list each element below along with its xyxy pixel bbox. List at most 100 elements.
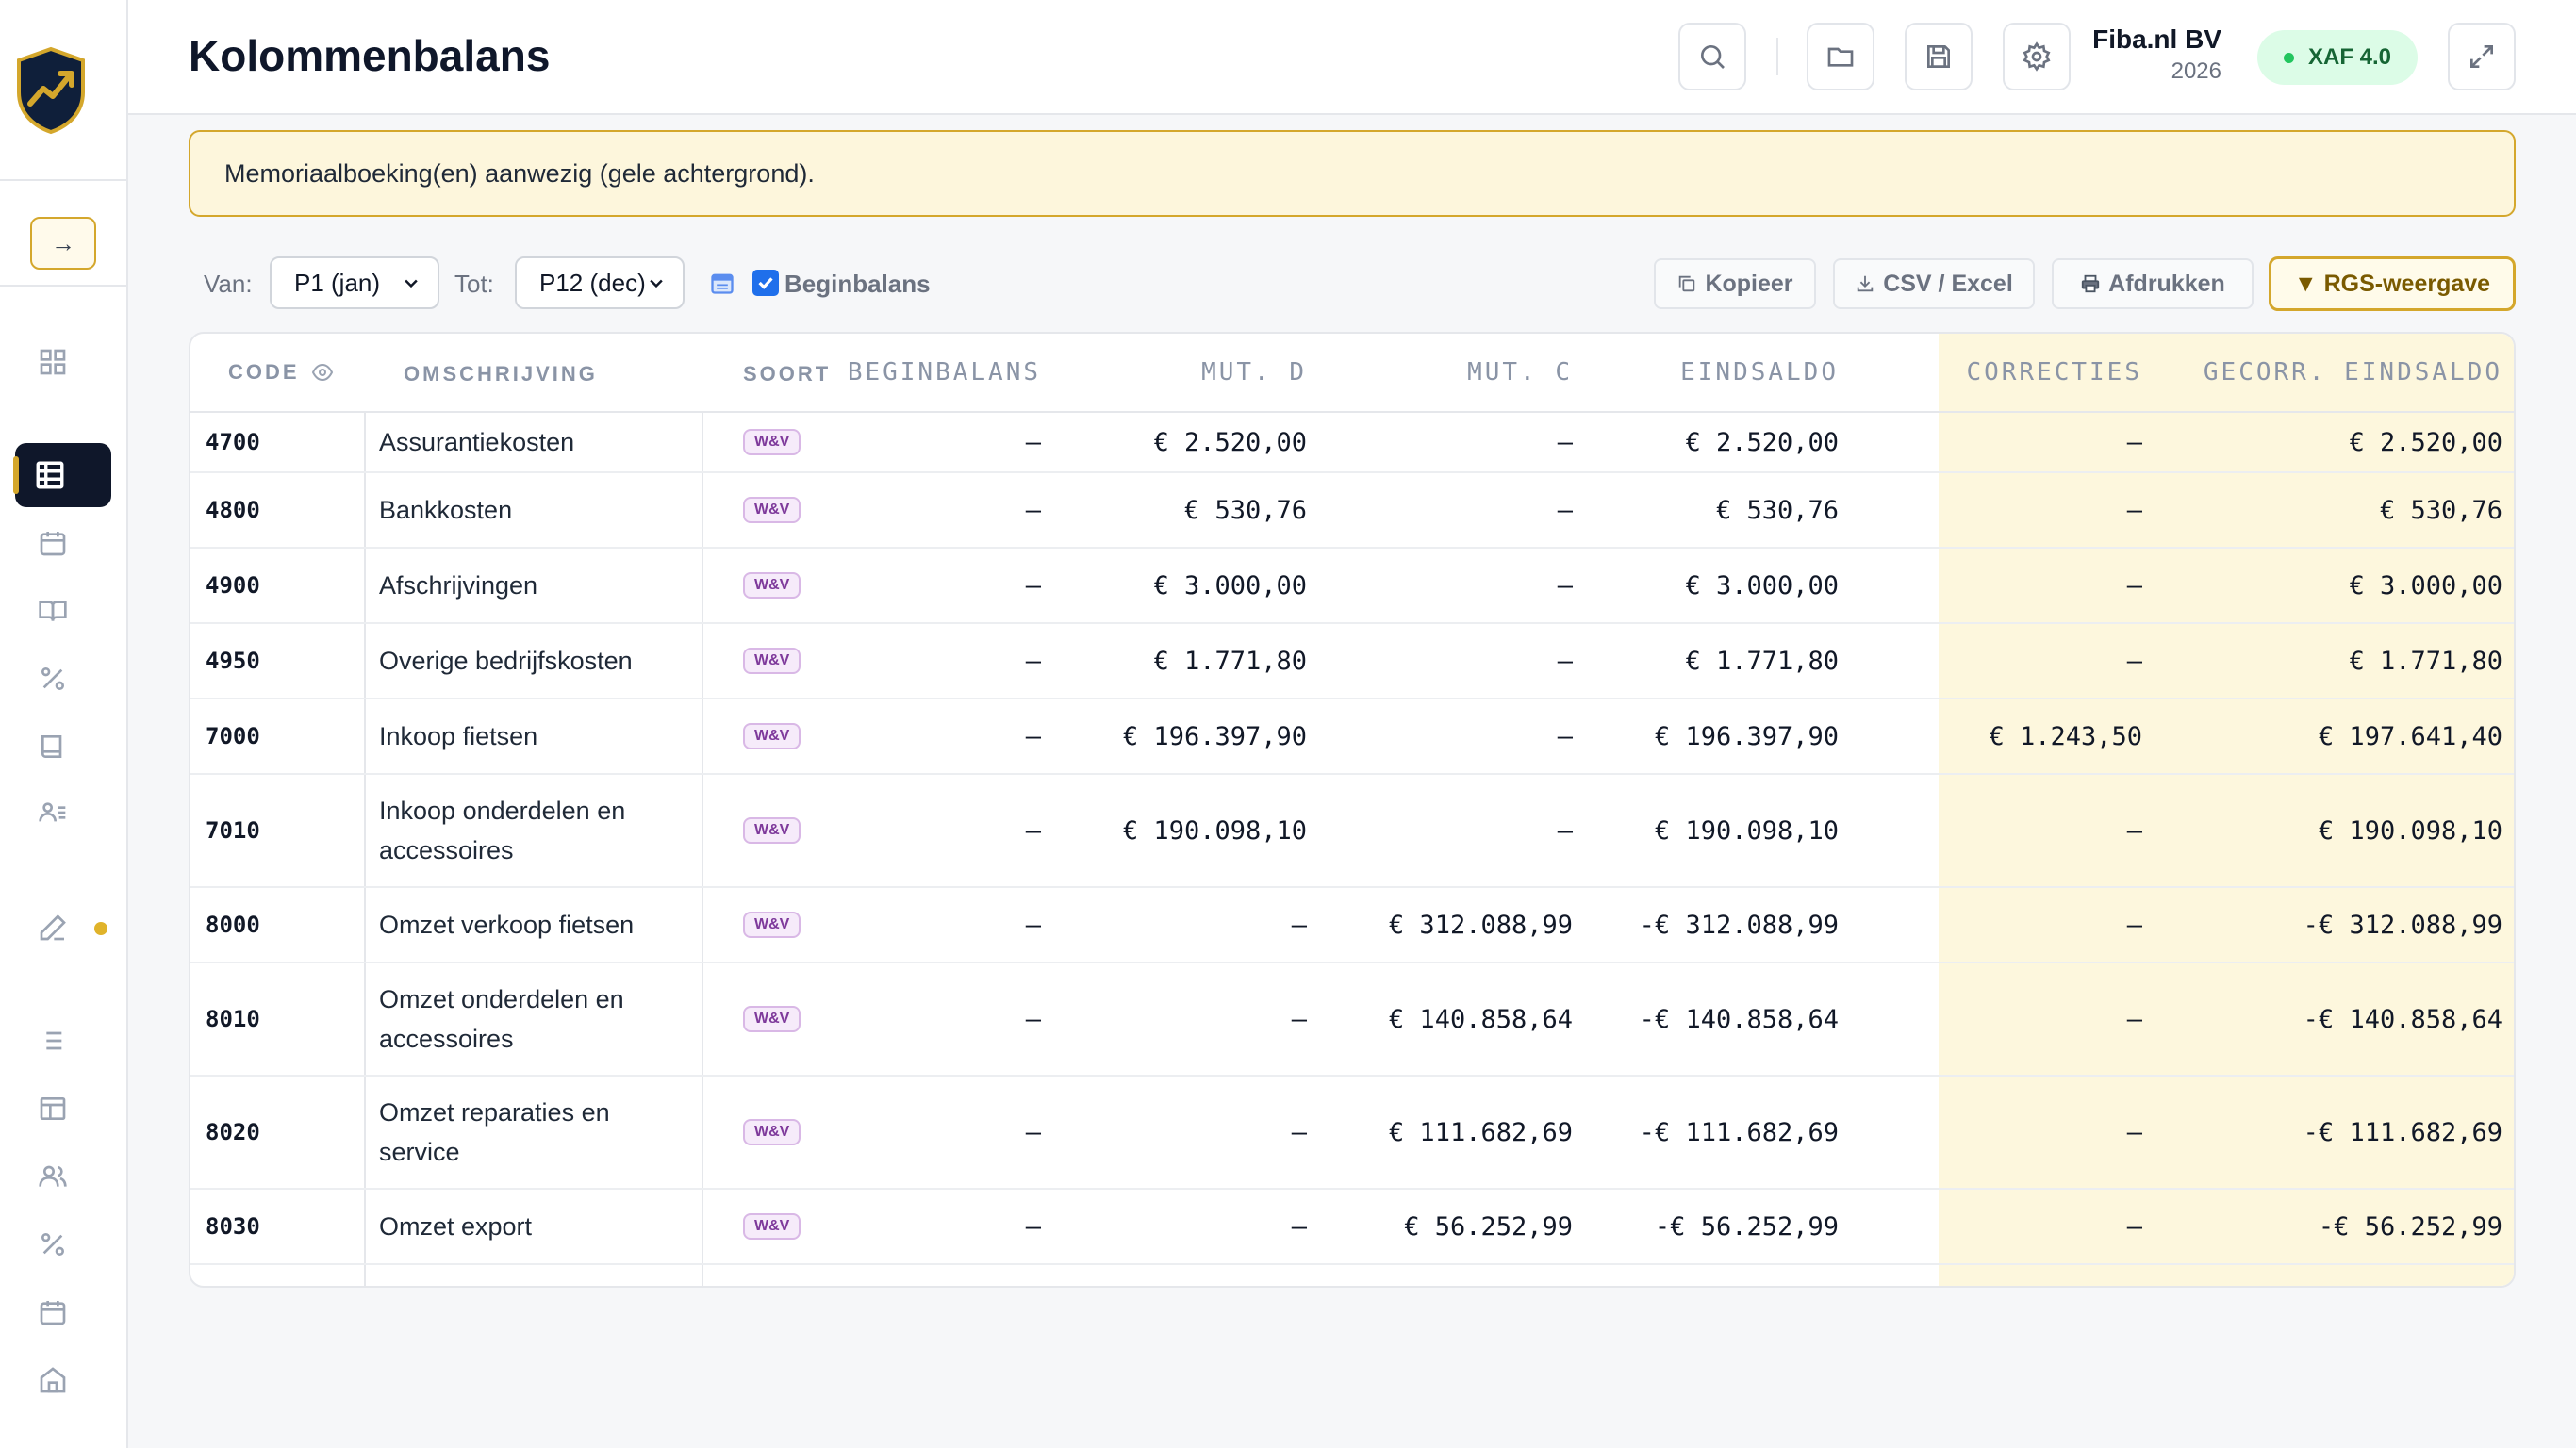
amount-closing: -€ 140.858,64	[1639, 1004, 1839, 1034]
percent-icon	[41, 1233, 64, 1256]
amount-credit: –	[1557, 646, 1573, 676]
percent-icon	[41, 667, 64, 690]
amount-corrected: € 197.641,40	[2318, 721, 2502, 751]
settings-button[interactable]	[2003, 23, 2071, 90]
amount-debit: € 3.000,00	[1153, 570, 1307, 601]
table-row[interactable]: 8000 Omzet verkoop fietsen W&V – – € 312.088,…	[190, 888, 2514, 963]
table-row[interactable]: 7010 Inkoop onderdelen en accessoires W&V –…	[190, 775, 2514, 888]
amount-corrections: –	[2126, 570, 2142, 601]
amount-corrected: € 530,76	[2379, 495, 2502, 525]
to-period-select[interactable]: P12 (dec)	[515, 256, 685, 309]
sidebar-item-rates[interactable]	[30, 1222, 75, 1267]
account-type-cell: W&V	[743, 413, 801, 471]
account-code: 4900	[206, 572, 260, 599]
sidebar-item-ledger[interactable]	[30, 724, 75, 769]
rgs-view-button[interactable]: ▼ RGS-weergave	[2269, 256, 2516, 311]
account-type-badge: W&V	[743, 429, 801, 455]
amount-opening: –	[1025, 815, 1041, 846]
sidebar-item-layout[interactable]	[30, 1086, 75, 1131]
list-icon	[46, 1031, 62, 1050]
table-row[interactable]: 8010 Omzet onderdelen en accessoires W&V – –…	[190, 963, 2514, 1077]
open-folder-button[interactable]	[1807, 23, 1874, 90]
account-type-badge: W&V	[743, 572, 801, 599]
amount-closing: -€ 56.252,99	[1654, 1211, 1839, 1242]
account-description: Overige bedrijfskosten	[379, 647, 633, 675]
sidebar-item-journal[interactable]	[30, 588, 75, 634]
amount-corrections: –	[2126, 495, 2142, 525]
table-row[interactable]: 4700 Assurantiekosten W&V – € 2.520,00 – € 2.5…	[190, 413, 2514, 473]
table-row[interactable]: 8020 Omzet reparaties en service W&V – – € 11…	[190, 1077, 2514, 1190]
amount-debit: € 196.397,90	[1122, 721, 1307, 751]
column-header-description[interactable]: OMSCHRIJVING	[404, 362, 598, 387]
csv-excel-button[interactable]: CSV / Excel	[1833, 258, 2035, 309]
amount-opening: –	[1025, 721, 1041, 751]
sidebar-item-vat[interactable]	[30, 656, 75, 701]
opening-balance-checkbox[interactable]	[752, 270, 779, 296]
amount-corrections: –	[2126, 427, 2142, 457]
account-type-badge: W&V	[743, 723, 801, 749]
opening-balance-label[interactable]: Beginbalans	[784, 270, 931, 299]
save-button[interactable]	[1905, 23, 1973, 90]
gear-icon	[2023, 41, 2051, 72]
account-code: 7000	[206, 723, 260, 749]
amount-debit: € 2.520,00	[1153, 427, 1307, 457]
sidebar-item-memorial[interactable]	[30, 905, 75, 950]
print-button[interactable]: Afdrukken	[2052, 258, 2254, 309]
sidebar-item-relations[interactable]	[30, 790, 75, 835]
amount-opening: –	[1025, 1004, 1041, 1034]
sidebar-item-dashboard[interactable]	[30, 339, 75, 385]
eye-icon[interactable]	[311, 361, 334, 384]
account-description: Omzet onderdelen en accessoires	[379, 985, 624, 1053]
sidebar-item-calendar[interactable]	[30, 520, 75, 566]
amount-opening: –	[1025, 495, 1041, 525]
company-info: Fiba.nl BV 2026	[2092, 25, 2221, 85]
sidebar-item-periods[interactable]	[30, 1290, 75, 1335]
column-header-corrections[interactable]: CORRECTIES	[1966, 358, 2142, 387]
sidebar-item-users[interactable]	[30, 1154, 75, 1199]
amount-closing: € 1.771,80	[1685, 646, 1839, 676]
account-type-cell: W&V	[743, 888, 801, 962]
table-row[interactable]: 4800 Bankkosten W&V – € 530,76 – € 530,76 – € 53…	[190, 473, 2514, 549]
expand-sidebar-button[interactable]: →	[30, 217, 96, 270]
book-icon	[41, 735, 62, 758]
save-icon	[1927, 45, 1950, 68]
printer-icon	[2082, 274, 2100, 293]
table-row[interactable]: 8030 Omzet export W&V – – € 56.252,99 -€ 56.25…	[190, 1190, 2514, 1265]
table-row[interactable]: 4950 Overige bedrijfskosten W&V – € 1.771,80…	[190, 624, 2514, 699]
account-description: Afschrijvingen	[379, 571, 538, 600]
column-header-type[interactable]: SOORT	[743, 362, 831, 387]
account-code: 7010	[206, 817, 260, 844]
amount-corrections: –	[2126, 1004, 2142, 1034]
account-code: 8020	[206, 1119, 260, 1145]
column-header-code[interactable]: CODE	[228, 360, 334, 385]
account-code: 8030	[206, 1213, 260, 1240]
column-header-debit[interactable]: MUT. D	[1201, 358, 1307, 387]
amount-closing: -€ 111.682,69	[1639, 1117, 1839, 1147]
sidebar-item-home[interactable]	[30, 1358, 75, 1403]
expand-icon	[2470, 45, 2493, 68]
column-header-corrected[interactable]: GECORR. EINDSALDO	[2204, 358, 2502, 387]
amount-opening: –	[1025, 1211, 1041, 1242]
account-description: Inkoop onderdelen en accessoires	[379, 797, 626, 864]
column-header-credit[interactable]: MUT. C	[1467, 358, 1573, 387]
amount-corrections: –	[2126, 646, 2142, 676]
page-title: Kolommenbalans	[189, 31, 551, 80]
copy-button[interactable]: Kopieer	[1654, 258, 1816, 309]
amount-closing: € 2.520,00	[1685, 427, 1839, 457]
sidebar-item-list[interactable]	[30, 1018, 75, 1063]
column-header-closing[interactable]: EINDSALDO	[1680, 358, 1839, 387]
account-type-badge: W&V	[743, 817, 801, 844]
column-header-opening[interactable]: BEGINBALANS	[848, 358, 1041, 387]
account-type-badge: W&V	[743, 497, 801, 523]
table-row[interactable]: 4900 Afschrijvingen W&V – € 3.000,00 – € 3.000…	[190, 549, 2514, 624]
from-period-select[interactable]: P1 (jan)	[270, 256, 439, 309]
account-type-cell: W&V	[743, 1190, 801, 1263]
account-code: 4700	[206, 429, 260, 455]
fiscal-year: 2026	[2171, 58, 2221, 84]
sidebar-item-kolommenbalans[interactable]	[13, 443, 111, 507]
amount-corrected: -€ 312.088,99	[2303, 910, 2502, 940]
search-button[interactable]	[1678, 23, 1746, 90]
table-row[interactable]: 7000 Inkoop fietsen W&V – € 196.397,90 – € 196…	[190, 699, 2514, 775]
trial-balance-table: CODE OMSCHRIJVING SOORT BEGINBALANS MUT.…	[189, 332, 2516, 1288]
fullscreen-button[interactable]	[2448, 23, 2516, 90]
